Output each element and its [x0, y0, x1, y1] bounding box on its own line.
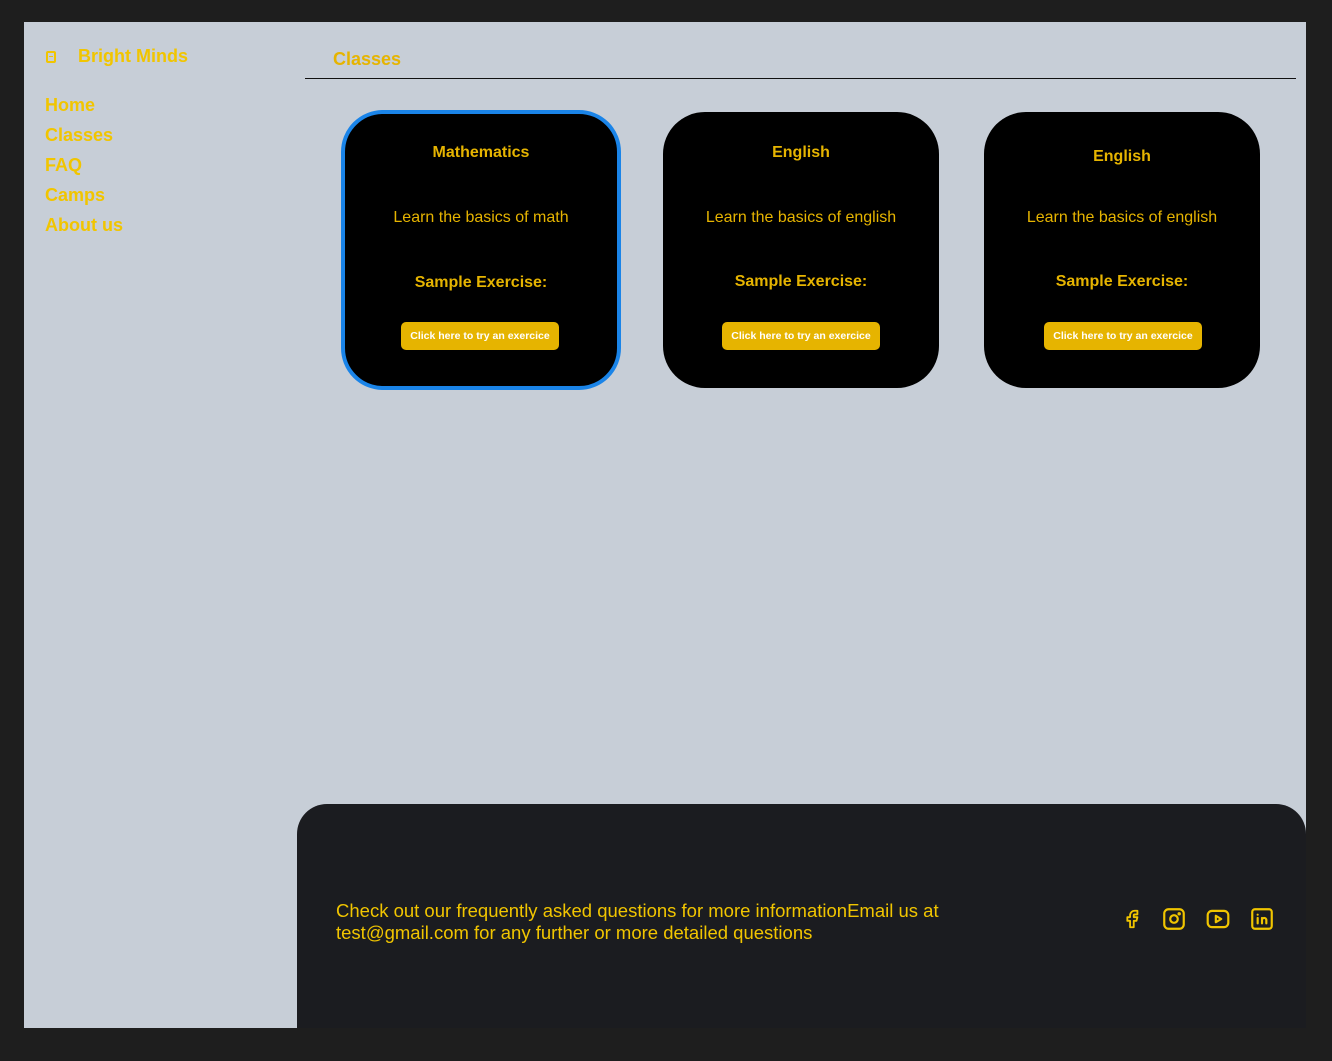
title-divider	[305, 78, 1296, 79]
card-description: Learn the basics of english	[1026, 209, 1218, 226]
facebook-icon[interactable]	[1116, 904, 1146, 934]
brand[interactable]: Bright Minds	[46, 46, 188, 67]
linkedin-icon[interactable]	[1247, 904, 1277, 934]
sidebar-item-classes[interactable]: Classes	[45, 120, 123, 150]
try-exercise-button[interactable]: Click here to try an exercice	[401, 322, 559, 350]
youtube-icon[interactable]	[1203, 904, 1233, 934]
sidebar-item-faq[interactable]: FAQ	[45, 150, 123, 180]
card-description: Learn the basics of math	[393, 209, 569, 226]
class-card-mathematics[interactable]: Mathematics Learn the basics of math Sam…	[341, 110, 621, 390]
card-title: English	[772, 144, 830, 161]
class-card-english-2[interactable]: English Learn the basics of english Samp…	[984, 112, 1260, 388]
card-description: Learn the basics of english	[705, 209, 897, 226]
card-subtitle: Sample Exercise:	[414, 274, 548, 291]
page-title: Classes	[333, 49, 402, 69]
card-subtitle: Sample Exercise:	[734, 273, 868, 290]
try-exercise-button[interactable]: Click here to try an exercice	[722, 322, 880, 350]
footer-text: Check out our frequently asked questions…	[336, 900, 939, 943]
class-card-english[interactable]: English Learn the basics of english Samp…	[663, 112, 939, 388]
instagram-icon[interactable]	[1159, 904, 1189, 934]
card-subtitle: Sample Exercise:	[1055, 273, 1189, 290]
card-title: English	[1093, 148, 1151, 165]
footer: Check out our frequently asked questions…	[297, 804, 1306, 1028]
sidebar-item-camps[interactable]: Camps	[45, 180, 123, 210]
sidebar-item-about-us[interactable]: About us	[45, 210, 123, 240]
book-icon	[46, 50, 56, 63]
app-frame: Bright Minds Home Classes FAQ Camps Abou…	[24, 22, 1306, 1028]
brand-name: Bright Minds	[78, 46, 188, 66]
sidebar-item-home[interactable]: Home	[45, 90, 123, 120]
sidebar-nav: Home Classes FAQ Camps About us	[45, 90, 123, 240]
card-title: Mathematics	[432, 144, 530, 161]
try-exercise-button[interactable]: Click here to try an exercice	[1044, 322, 1202, 350]
